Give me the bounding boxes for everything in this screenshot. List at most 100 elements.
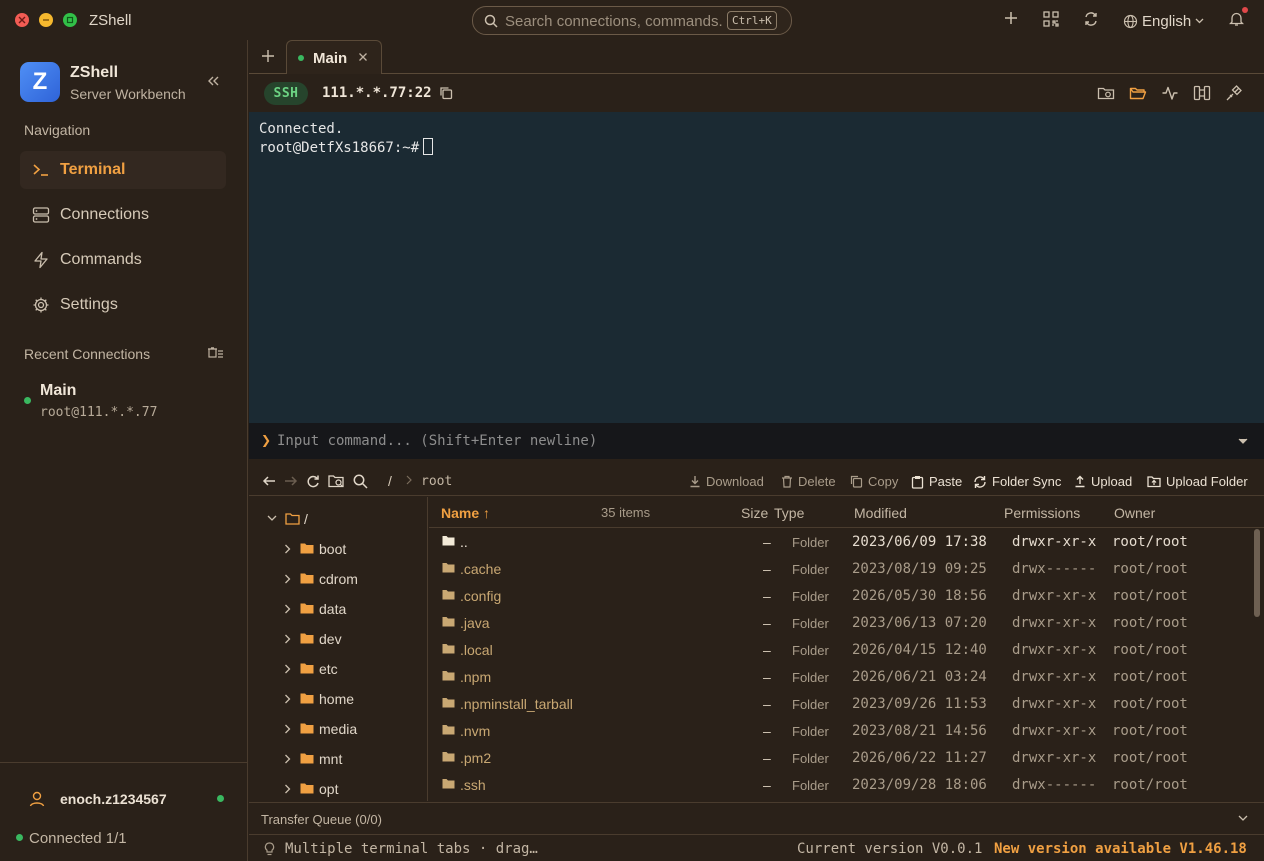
maximize-window-button[interactable] xyxy=(63,13,77,27)
column-header-size[interactable]: Size xyxy=(741,505,768,521)
file-list-scrollbar[interactable] xyxy=(1254,529,1260,617)
table-row[interactable]: .local – Folder 2026/04/15 12:40 drwxr-xr-x r… xyxy=(429,637,1251,664)
collapse-sidebar-icon[interactable] xyxy=(207,75,219,87)
file-owner: root/root xyxy=(1112,534,1188,550)
search-input[interactable] xyxy=(505,12,723,30)
table-row[interactable]: .ssh – Folder 2023/09/28 18:06 drwx------ roo… xyxy=(429,772,1251,799)
file-owner: root/root xyxy=(1112,723,1188,739)
folder-refresh-icon[interactable] xyxy=(1097,84,1115,102)
download-icon xyxy=(690,476,700,488)
tree-item[interactable]: data xyxy=(249,594,427,624)
sidebar-item-settings[interactable]: Settings xyxy=(20,286,226,324)
disconnect-plug-icon[interactable] xyxy=(1225,84,1243,102)
refresh-icon[interactable] xyxy=(306,474,320,488)
column-header-name[interactable]: Name ↑ xyxy=(441,505,490,521)
table-row[interactable]: .nvm – Folder 2023/08/21 14:56 drwxr-xr-x roo… xyxy=(429,718,1251,745)
sidebar-item-commands[interactable]: Commands xyxy=(20,241,226,279)
chevron-down-icon[interactable] xyxy=(1238,815,1248,822)
new-version-link[interactable]: New version available V1.46.18 xyxy=(994,841,1247,857)
paste-button[interactable]: Paste xyxy=(911,474,962,489)
file-name[interactable]: .npm xyxy=(460,669,491,685)
close-tab-icon[interactable] xyxy=(358,52,368,62)
file-name[interactable]: .java xyxy=(460,615,490,631)
file-name[interactable]: .npminstall_tarball xyxy=(460,696,573,712)
table-row[interactable]: .java – Folder 2023/06/13 07:20 drwxr-xr-x ro… xyxy=(429,610,1251,637)
tree-item[interactable]: boot xyxy=(249,534,427,564)
column-header-modified[interactable]: Modified xyxy=(854,505,907,521)
language-selector[interactable]: English xyxy=(1123,11,1204,31)
upload-folder-button[interactable]: Upload Folder xyxy=(1147,474,1248,489)
table-row[interactable]: .. – Folder 2023/06/09 17:38 drwxr-xr-x root/… xyxy=(429,529,1251,556)
folder-icon xyxy=(442,644,455,654)
bell-icon[interactable] xyxy=(1229,11,1244,27)
chevron-right-icon[interactable] xyxy=(284,634,291,644)
breadcrumb-current[interactable]: root xyxy=(421,474,452,489)
terminal-output[interactable]: Connected. root@DetfXs18667:~# xyxy=(249,112,1264,423)
file-name[interactable]: .ssh xyxy=(460,777,486,793)
table-row[interactable]: .cache – Folder 2023/08/19 09:25 drwx------ r… xyxy=(429,556,1251,583)
search-icon[interactable] xyxy=(353,474,368,489)
file-name[interactable]: .pm2 xyxy=(460,750,491,766)
download-button[interactable]: Download xyxy=(689,474,764,489)
tree-item[interactable]: media xyxy=(249,714,427,744)
file-name[interactable]: .config xyxy=(460,588,501,604)
chevron-right-icon[interactable] xyxy=(284,664,291,674)
file-name[interactable]: .cache xyxy=(460,561,501,577)
chevron-right-icon[interactable] xyxy=(284,694,291,704)
tab-main[interactable]: Main xyxy=(286,40,382,74)
folder-sync-button[interactable]: Folder Sync xyxy=(973,474,1061,489)
column-header-permissions[interactable]: Permissions xyxy=(1004,505,1080,521)
forward-arrow-icon[interactable] xyxy=(284,474,298,488)
back-arrow-icon[interactable] xyxy=(262,474,276,488)
clear-history-icon[interactable] xyxy=(208,347,224,359)
tree-item[interactable]: dev xyxy=(249,624,427,654)
open-folder-icon[interactable] xyxy=(1129,84,1147,102)
column-header-owner[interactable]: Owner xyxy=(1114,505,1155,521)
file-name[interactable]: .. xyxy=(460,534,468,550)
chevron-right-icon[interactable] xyxy=(284,724,291,734)
chevron-down-icon[interactable] xyxy=(1238,438,1248,445)
breadcrumb-root[interactable]: / xyxy=(388,473,392,489)
tree-item-root[interactable]: / xyxy=(249,504,427,534)
column-header-type[interactable]: Type xyxy=(774,505,804,521)
user-name[interactable]: enoch.z1234567 xyxy=(60,791,167,807)
delete-button[interactable]: Delete xyxy=(781,474,836,489)
table-row[interactable]: .config – Folder 2026/05/30 18:56 drwxr-xr-x… xyxy=(429,583,1251,610)
folder-sync-icon[interactable] xyxy=(328,473,345,489)
command-input[interactable] xyxy=(277,431,1177,451)
tree-item[interactable]: opt xyxy=(249,774,427,801)
transfer-queue-bar[interactable]: Transfer Queue (0/0) xyxy=(249,802,1264,834)
chevron-right-icon[interactable] xyxy=(284,754,291,764)
qr-code-icon[interactable] xyxy=(1043,11,1059,27)
chevron-right-icon[interactable] xyxy=(284,784,291,794)
minimize-window-button[interactable] xyxy=(39,13,53,27)
copy-button[interactable]: Copy xyxy=(850,474,898,489)
chevron-right-icon[interactable] xyxy=(284,574,291,584)
chevron-right-icon[interactable] xyxy=(284,604,291,614)
copy-icon[interactable] xyxy=(439,86,453,100)
tree-item[interactable]: etc xyxy=(249,654,427,684)
chevron-right-icon[interactable] xyxy=(284,544,291,554)
upload-button[interactable]: Upload xyxy=(1074,474,1132,489)
table-row[interactable]: .npm – Folder 2026/06/21 03:24 drwxr-xr-x roo… xyxy=(429,664,1251,691)
file-owner: root/root xyxy=(1112,588,1188,604)
file-name[interactable]: .local xyxy=(460,642,493,658)
tree-item[interactable]: cdrom xyxy=(249,564,427,594)
refresh-sync-icon[interactable] xyxy=(1083,11,1099,27)
folder-icon xyxy=(442,698,455,708)
table-row[interactable]: .npminstall_tarball – Folder 2023/09/26 11:… xyxy=(429,691,1251,718)
activity-icon[interactable] xyxy=(1161,84,1179,102)
file-name[interactable]: .nvm xyxy=(460,723,490,739)
close-window-button[interactable] xyxy=(15,13,29,27)
chevron-down-icon[interactable] xyxy=(267,515,277,522)
tree-item[interactable]: home xyxy=(249,684,427,714)
search-box[interactable]: Ctrl+K xyxy=(472,6,792,35)
transfer-compare-icon[interactable] xyxy=(1193,84,1211,102)
new-tab-icon[interactable] xyxy=(261,49,275,63)
sidebar-item-terminal[interactable]: Terminal xyxy=(20,151,226,189)
table-row[interactable]: .pm2 – Folder 2026/06/22 11:27 drwxr-xr-x roo… xyxy=(429,745,1251,772)
add-icon[interactable] xyxy=(1004,11,1018,25)
tree-item[interactable]: mnt xyxy=(249,744,427,774)
lightning-icon xyxy=(34,251,48,269)
sidebar-item-connections[interactable]: Connections xyxy=(20,196,226,234)
